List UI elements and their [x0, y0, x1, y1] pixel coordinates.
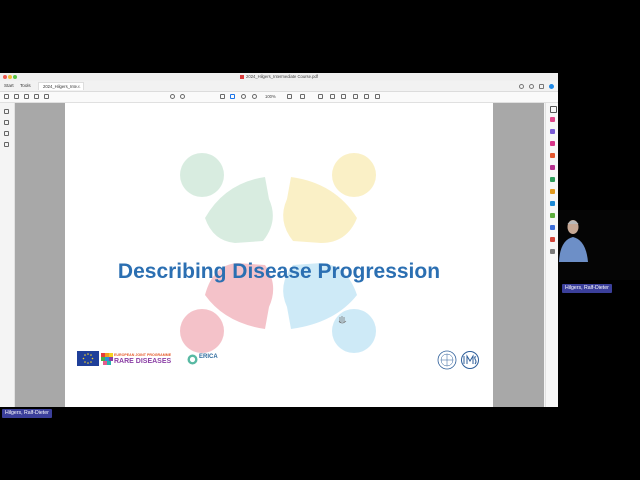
hand-tool-icon[interactable] — [230, 94, 235, 99]
tool-create-icon[interactable] — [550, 153, 555, 158]
eu-flag-logo — [77, 351, 99, 366]
tool-ai-assistant-icon[interactable] — [550, 129, 555, 134]
notifications-icon[interactable] — [529, 83, 534, 89]
comment-icon[interactable] — [318, 94, 323, 99]
zoom-in-icon[interactable] — [252, 94, 257, 99]
university-seal-logo — [437, 350, 457, 370]
imsa-logo — [461, 351, 479, 369]
bookmarks-panel-icon[interactable] — [4, 120, 9, 125]
account-icon[interactable] — [549, 83, 554, 89]
speaker-name-tag: Hilgers, Ralf-Dieter — [2, 409, 52, 418]
stamp-icon[interactable] — [364, 94, 369, 99]
tool-sign-icon[interactable] — [550, 225, 555, 230]
tool-combine-icon[interactable] — [550, 177, 555, 182]
main-toolbar: 100% — [0, 92, 558, 103]
search-icon[interactable] — [44, 94, 49, 99]
select-cursor-icon[interactable] — [220, 94, 225, 99]
previous-page-icon[interactable] — [170, 94, 175, 99]
new-file-icon[interactable] — [4, 94, 9, 99]
scroll-mode-icon[interactable] — [300, 94, 305, 99]
attachments-icon[interactable] — [4, 131, 9, 136]
share-icon[interactable] — [539, 83, 544, 89]
thumbnails-icon[interactable] — [4, 109, 9, 114]
erica-name: ERICA — [199, 354, 218, 360]
zoom-level[interactable]: 100% — [265, 94, 276, 100]
top-right-icons — [519, 83, 554, 89]
tool-more-icon[interactable] — [550, 249, 555, 254]
link-icon[interactable] — [4, 142, 9, 147]
pdf-viewer-window: 2024_Hilgers_Intermediate Course.pdf Sta… — [0, 73, 558, 407]
document-canvas[interactable]: Describing Disease Progression EUROPEAN … — [15, 103, 544, 407]
tab-document-label: 2024_Hilgers_Inte... — [43, 84, 81, 89]
title-bar: 2024_Hilgers_Intermediate Course.pdf — [0, 73, 558, 81]
tool-scan-icon[interactable] — [550, 201, 555, 206]
tool-edit-icon[interactable] — [550, 141, 555, 146]
document-title: 2024_Hilgers_Intermediate Course.pdf — [0, 73, 558, 81]
document-title-text: 2024_Hilgers_Intermediate Course.pdf — [246, 74, 318, 79]
pdf-file-icon — [240, 74, 245, 79]
tab-tools[interactable]: Tools — [20, 82, 31, 90]
fit-page-icon[interactable] — [287, 94, 292, 99]
ejp-subtitle: EUROPEAN JOINT PROGRAMME — [114, 353, 172, 357]
tab-close-icon[interactable]: × — [78, 83, 80, 91]
participant-avatar-image — [559, 220, 588, 262]
left-sidebar — [0, 103, 15, 407]
ejp-rare-diseases-logo: EUROPEAN JOINT PROGRAMME RARE DISEASES — [101, 352, 181, 368]
bookmark-icon[interactable] — [14, 94, 19, 99]
right-tools-panel — [545, 103, 558, 407]
ejp-rainbow-icon — [101, 353, 113, 365]
highlight-icon[interactable] — [330, 94, 335, 99]
participant-name-tag: Hilgers, Ralf-Dieter — [562, 284, 612, 293]
mouse-cursor-icon — [338, 316, 347, 324]
eu-stars-icon — [82, 353, 94, 364]
tab-document[interactable]: 2024_Hilgers_Inte... × — [38, 82, 84, 90]
tool-comment-icon[interactable] — [550, 165, 555, 170]
delete-icon[interactable] — [375, 94, 380, 99]
participant-video — [558, 210, 640, 280]
pdf-page: Describing Disease Progression EUROPEAN … — [65, 103, 493, 407]
tab-start[interactable]: Start — [4, 82, 14, 90]
zoom-out-icon[interactable] — [241, 94, 246, 99]
tool-protect-icon[interactable] — [550, 213, 555, 218]
text-tool-icon[interactable] — [353, 94, 358, 99]
tab-bar: Start Tools 2024_Hilgers_Inte... × — [0, 81, 558, 92]
slide-title: Describing Disease Progression — [117, 260, 441, 283]
upload-icon[interactable] — [24, 94, 29, 99]
ejp-title: RARE DISEASES — [114, 358, 172, 365]
next-page-icon[interactable] — [180, 94, 185, 99]
tool-search-icon[interactable] — [550, 106, 557, 113]
puzzle-head-red — [180, 309, 224, 353]
erica-globe-icon — [187, 354, 198, 365]
erica-logo: ERICA — [187, 353, 221, 367]
print-icon[interactable] — [34, 94, 39, 99]
tool-redact-icon[interactable] — [550, 237, 555, 242]
puzzle-head-green — [180, 153, 224, 197]
help-icon[interactable] — [519, 83, 524, 89]
tool-organize-icon[interactable] — [550, 189, 555, 194]
tool-export-icon[interactable] — [550, 117, 555, 122]
draw-icon[interactable] — [341, 94, 346, 99]
puzzle-head-yellow — [332, 153, 376, 197]
